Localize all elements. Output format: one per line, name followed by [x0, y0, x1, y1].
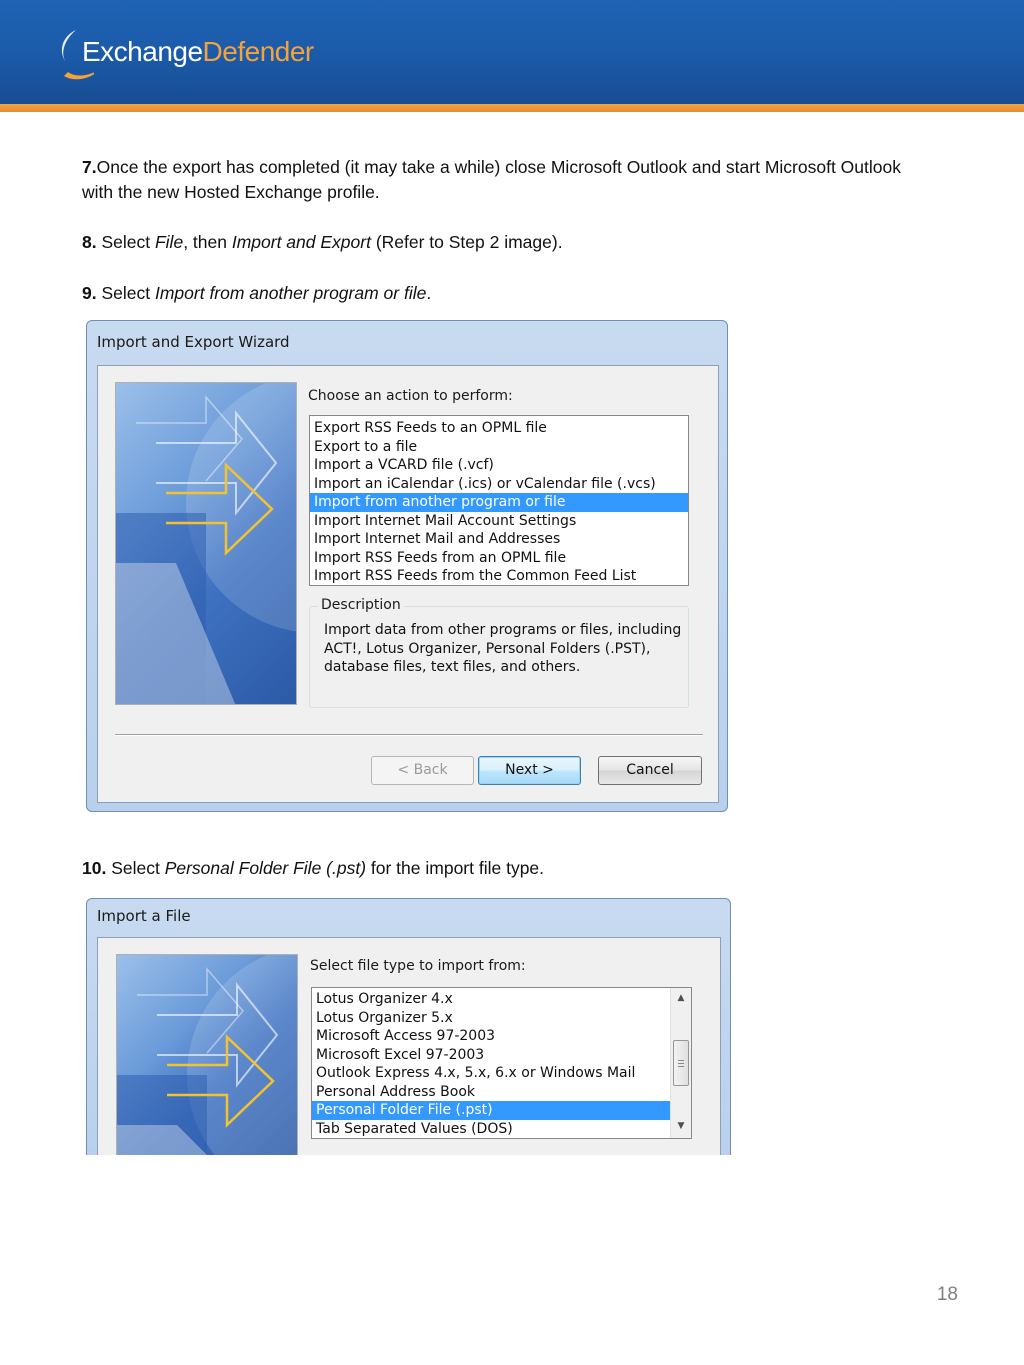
file-type-item[interactable]: Outlook Express 4.x, 5.x, 6.x or Windows… [312, 1064, 670, 1083]
wizard-client-area: Choose an action to perform: Export RSS … [97, 365, 719, 803]
import-file-arrow-icon [117, 955, 297, 1155]
step-8-post: (Refer to Step 2 image). [370, 232, 563, 252]
step-9: 9. Select Import from another program or… [82, 281, 932, 306]
wizard-description-group: Description Import data from other progr… [309, 597, 689, 708]
step-7-number: 7. [82, 157, 97, 177]
description-text: Import data from other programs or files… [324, 622, 682, 675]
step-8: 8. Select File, then Import and Export (… [82, 230, 932, 255]
logo-text-exchange: Exchange [82, 36, 203, 67]
scroll-up-arrow-icon[interactable]: ▲ [671, 990, 691, 1007]
file-type-item[interactable]: Lotus Organizer 4.x [312, 990, 670, 1009]
wizard-title: Import and Export Wizard [97, 333, 290, 351]
step-8-mid: , then [183, 232, 232, 252]
file-type-listbox[interactable]: Lotus Organizer 4.x Lotus Organizer 5.x Mi… [311, 987, 692, 1139]
wizard-action-item-selected[interactable]: Import from another program or file [310, 493, 688, 512]
step-7: 7.Once the export has completed (it may … [82, 155, 932, 205]
step-7-text: Once the export has completed (it may ta… [82, 157, 901, 202]
file-type-item[interactable]: Microsoft Access 97-2003 [312, 1027, 670, 1046]
import-file-arrow-graphic [116, 954, 298, 1155]
step-9-number: 9. [82, 283, 97, 303]
step-10: 10. Select Personal Folder File (.pst) f… [82, 856, 932, 881]
file-type-list[interactable]: Lotus Organizer 4.x Lotus Organizer 5.x Mi… [312, 990, 670, 1138]
import-file-title: Import a File [97, 907, 191, 925]
next-button[interactable]: Next > [478, 756, 581, 785]
wizard-action-item[interactable]: Import an iCalendar (.ics) or vCalendar … [310, 475, 688, 494]
page-number: 18 [936, 1284, 958, 1305]
step-8-number: 8. [82, 232, 97, 252]
exchangedefender-logo: ExchangeDefender [54, 26, 314, 86]
step-9-pre: Select [96, 283, 155, 303]
wizard-action-item[interactable]: Import RSS Feeds from the Common Feed Li… [310, 567, 688, 586]
scroll-down-arrow-icon[interactable]: ▼ [671, 1118, 691, 1135]
description-label: Description [318, 597, 404, 613]
import-file-client-area: Select file type to import from: Lotus O… [97, 937, 721, 1155]
step-9-post: . [426, 283, 432, 303]
cancel-button[interactable]: Cancel [598, 756, 702, 785]
wizard-action-item[interactable]: Export RSS Feeds to an OPML file [310, 419, 688, 438]
back-button[interactable]: < Back [371, 756, 474, 785]
header-banner: ExchangeDefender [0, 0, 1024, 104]
file-type-item[interactable]: Tab Separated Values (DOS) [312, 1120, 670, 1139]
import-file-prompt: Select file type to import from: [310, 958, 526, 974]
step-9-italic: Import from another program or file [154, 283, 427, 303]
wizard-action-list[interactable]: Export RSS Feeds to an OPML file Export t… [309, 415, 689, 586]
file-type-item-selected[interactable]: Personal Folder File (.pst) [312, 1101, 670, 1120]
wizard-action-item[interactable]: Import RSS Feeds from an OPML file [310, 549, 688, 568]
step-10-post: for the import file type. [366, 858, 545, 878]
logo-text-defender: Defender [202, 36, 315, 67]
file-type-item[interactable]: Personal Address Book [312, 1083, 670, 1102]
step-10-italic: Personal Folder File (.pst) [164, 858, 367, 878]
wizard-separator [115, 734, 703, 736]
wizard-action-item[interactable]: Import Internet Mail Account Settings [310, 512, 688, 531]
step-8-file: File [154, 232, 184, 252]
file-type-item[interactable]: Microsoft Excel 97-2003 [312, 1046, 670, 1065]
step-10-number: 10. [82, 858, 107, 878]
header-stripe [0, 104, 1024, 112]
logo-text: ExchangeDefender [82, 36, 314, 68]
wizard-arrow-graphic [115, 382, 297, 705]
step-10-pre: Select [106, 858, 165, 878]
scroll-thumb[interactable] [673, 1040, 689, 1086]
wizard-action-item[interactable]: Import a VCARD file (.vcf) [310, 456, 688, 475]
step-8-import-export: Import and Export [231, 232, 371, 252]
wizard-prompt: Choose an action to perform: [308, 388, 513, 404]
scroll-grip-icon [678, 1060, 684, 1067]
wizard-action-item[interactable]: Export to a file [310, 438, 688, 457]
import-file-dialog: Import a File Select file type to import… [86, 898, 731, 1155]
import-export-wizard-dialog: Import and Export Wizard Choose an actio… [86, 320, 728, 812]
wizard-arrow-icon [116, 383, 296, 704]
wizard-action-item[interactable]: Import Internet Mail and Addresses [310, 530, 688, 549]
step-8-pre: Select [96, 232, 155, 252]
file-type-item[interactable]: Lotus Organizer 5.x [312, 1009, 670, 1028]
file-type-scrollbar[interactable]: ▲ ▼ [670, 988, 691, 1138]
